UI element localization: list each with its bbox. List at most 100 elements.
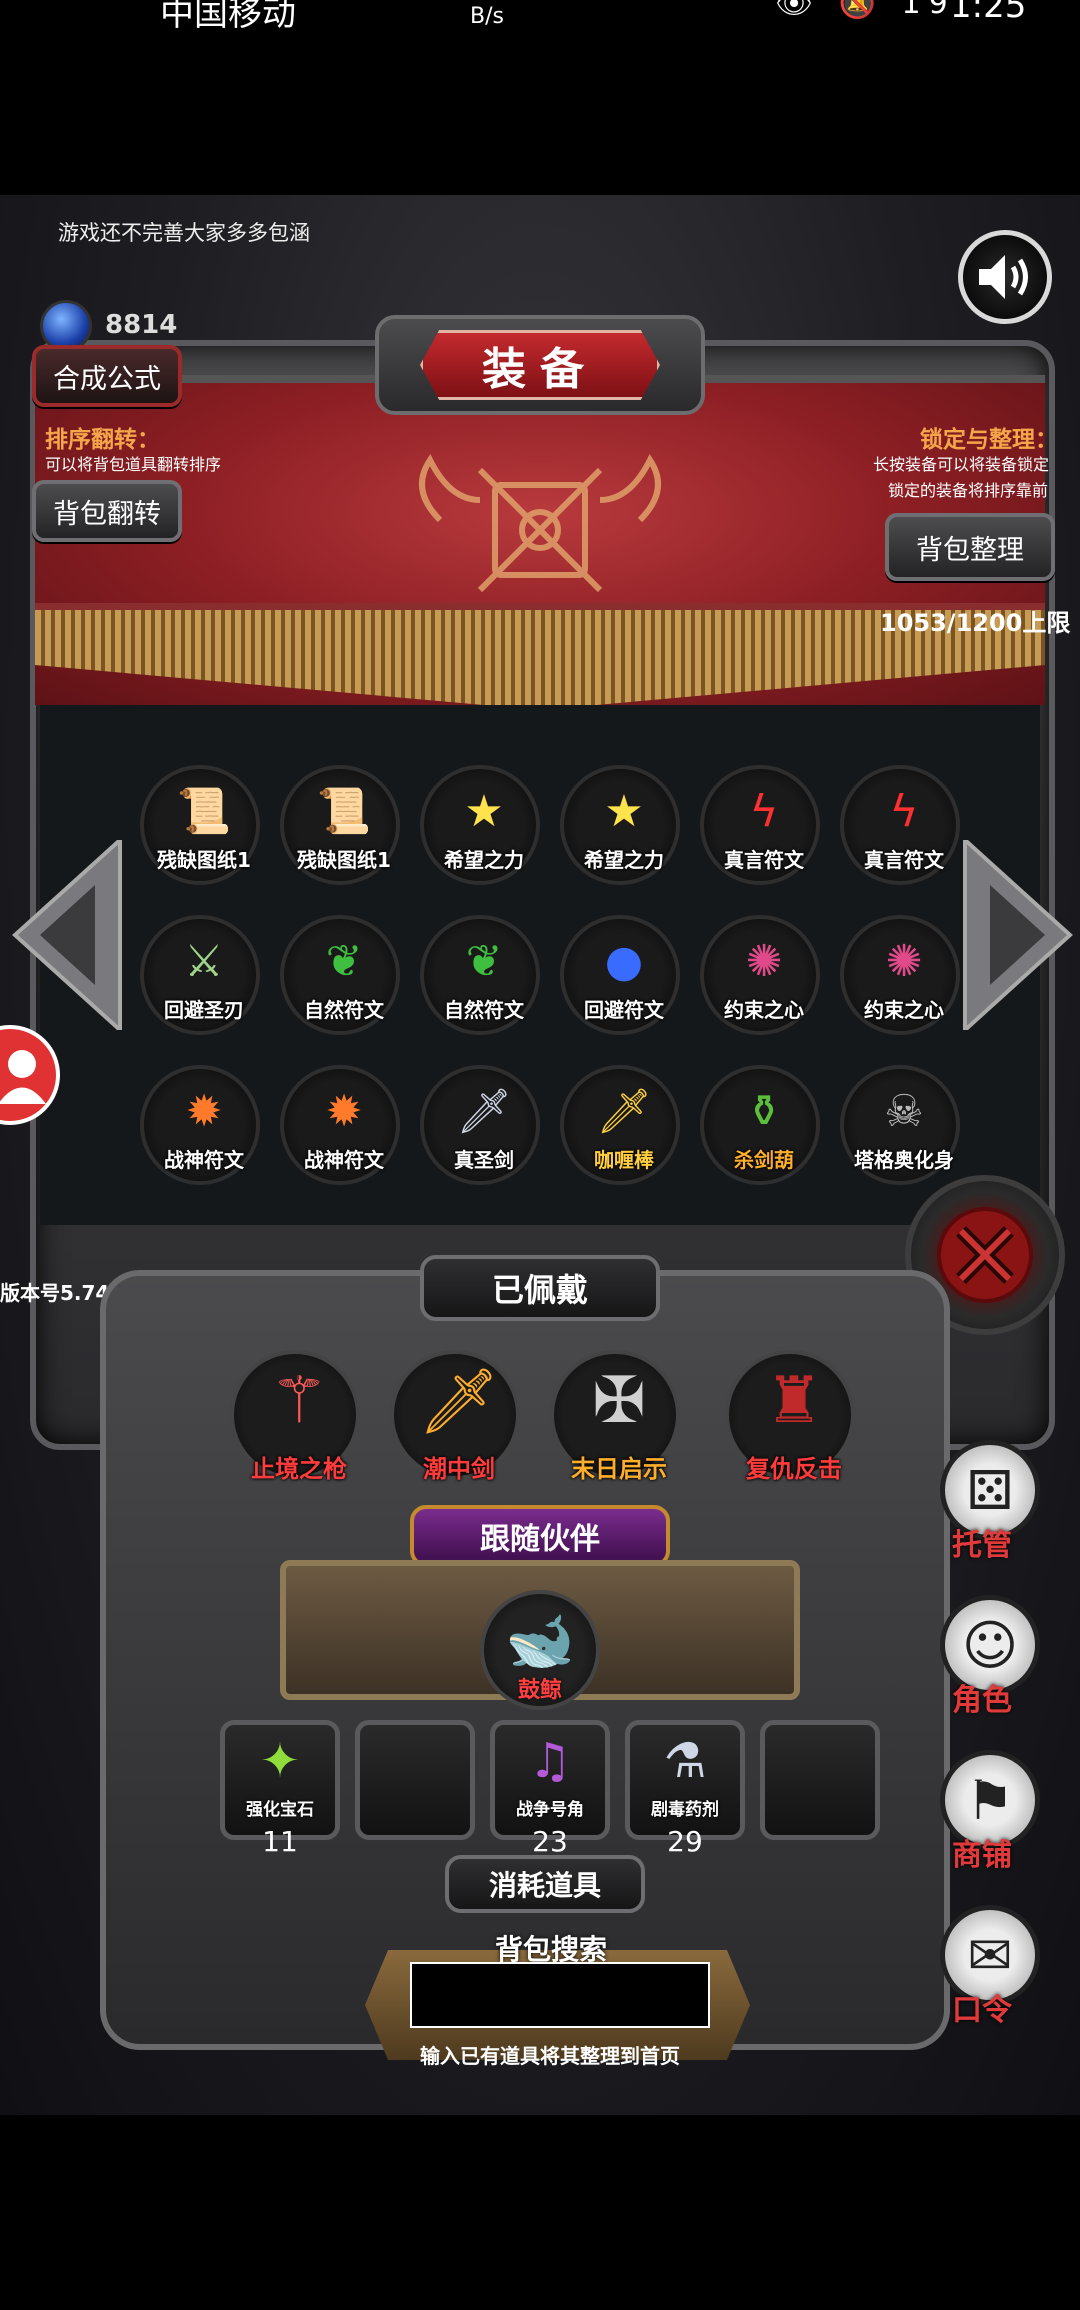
great-sword-icon: 🗡: [418, 1365, 500, 1439]
scroll-icon: 📜: [316, 786, 372, 837]
inventory-item-name: 希望之力: [444, 848, 524, 872]
star-icon: ★: [464, 786, 504, 837]
equipped-item-name: 潮中剑: [423, 1455, 495, 1483]
gourd-icon: ⚱: [745, 1086, 783, 1137]
inventory-slot[interactable]: ❦ 自然符文: [280, 915, 400, 1035]
rune-icon: ϟ: [889, 786, 919, 837]
consumable-count: 11: [262, 1825, 298, 1858]
consumable-name: 剧毒药剂: [651, 1800, 719, 1820]
inventory-slot[interactable]: ⚱ 杀剑葫: [700, 1065, 820, 1185]
blade-icon: ⚔: [184, 936, 224, 987]
companion-title: 跟随伙伴: [410, 1505, 670, 1567]
speaker-icon: [979, 255, 1028, 299]
user-avatar-button[interactable]: [0, 1025, 60, 1125]
equipped-slot[interactable]: ✠ 末日启示: [550, 1350, 680, 1483]
inventory-item-name: 战神符文: [164, 1148, 244, 1172]
bag-sort-button[interactable]: 背包整理: [885, 513, 1055, 581]
inventory-item-name: 真言符文: [864, 848, 944, 872]
sound-toggle-button[interactable]: [958, 230, 1052, 324]
net-speed: B/s: [470, 4, 504, 29]
side-button-label: 口令: [952, 1993, 1012, 2028]
consumables-title: 消耗道具: [445, 1855, 645, 1913]
empty-consumable-slot[interactable]: [760, 1720, 880, 1840]
clock: 1:25: [950, 0, 1027, 26]
consumable-slot[interactable]: ♫ 战争号角 23: [490, 1720, 610, 1858]
bag-flip-button[interactable]: 背包翻转: [32, 480, 182, 542]
gem-icon: ✦: [259, 1733, 301, 1789]
monster-icon: ☠: [884, 1086, 924, 1137]
consumable-count: 29: [667, 1825, 703, 1858]
consumable-slot[interactable]: ✦ 强化宝石 11: [220, 1720, 340, 1858]
side-button-label: 角色: [952, 1683, 1012, 1718]
equipped-title: 已佩戴: [420, 1255, 660, 1321]
inventory-item-name: 杀剑葫: [734, 1148, 794, 1172]
orb-icon: ●: [604, 936, 644, 987]
rune-icon: ϟ: [749, 786, 779, 837]
cross-icon: ✠: [592, 1364, 646, 1438]
notice-text: 游戏还不完善大家多多包涵: [58, 221, 310, 245]
capacity-counter: 1053/1200上限: [880, 609, 1071, 637]
inventory-slot[interactable]: ★ 希望之力: [560, 765, 680, 885]
search-hint: 输入已有道具将其整理到首页: [420, 2044, 680, 2068]
companion-slot[interactable]: 🐋 鼓鲸: [480, 1590, 600, 1710]
consumable-count: 23: [532, 1825, 568, 1858]
potion-icon: ⚗: [663, 1733, 707, 1789]
inventory-slot[interactable]: ϟ 真言符文: [700, 765, 820, 885]
inventory-slot[interactable]: 📜 残缺图纸1: [280, 765, 400, 885]
gem-count: 8814: [105, 310, 178, 340]
inventory-slot[interactable]: ✺ 约束之心: [700, 915, 820, 1035]
lock-sort-desc-1: 长按装备可以将装备锁定: [873, 455, 1050, 474]
inventory-slot[interactable]: 🗡 真圣剑: [420, 1065, 540, 1185]
status-icons: 👁 🔕 19: [775, 0, 956, 21]
version-label: 版本号5.74: [0, 1281, 110, 1305]
sort-flip-desc: 可以将背包道具翻转排序: [45, 455, 222, 474]
leaf-icon: ❦: [465, 936, 503, 987]
inventory-slot[interactable]: ✹ 战神符文: [280, 1065, 400, 1185]
equipped-item-name: 末日启示: [571, 1455, 667, 1483]
sort-flip-label: 排序翻转：: [45, 427, 160, 453]
companion-name: 鼓鲸: [517, 1678, 562, 1703]
bag-search-input[interactable]: [410, 1962, 710, 2028]
inventory-slot[interactable]: ⚔ 回避圣刃: [140, 915, 260, 1035]
armor-icon: ♜: [765, 1364, 823, 1438]
inventory-item-name: 自然符文: [444, 998, 524, 1022]
scroll-icon: 📜: [176, 786, 232, 837]
character-icon: ☺: [961, 1614, 1019, 1677]
crossed-swords-crest-icon: [419, 454, 661, 593]
inventory-slot[interactable]: ϟ 真言符文: [840, 765, 960, 885]
whale-icon: 🐋: [505, 1609, 575, 1674]
empty-consumable-slot[interactable]: [355, 1720, 475, 1840]
side-button-label: 托管: [952, 1528, 1012, 1563]
inventory-slot[interactable]: ✺ 约束之心: [840, 915, 960, 1035]
equipped-slot[interactable]: ♜ 复仇反击: [725, 1350, 855, 1483]
inventory-slot[interactable]: ✹ 战神符文: [140, 1065, 260, 1185]
gold-sword-icon: 🗡: [596, 1086, 652, 1137]
equipped-slot[interactable]: ⚚ 止境之枪: [230, 1350, 360, 1483]
fire-rune-icon: ✹: [185, 1086, 223, 1137]
shop-icon: ⚑: [965, 1769, 1015, 1832]
inventory-item-name: 自然符文: [304, 998, 384, 1022]
inventory-slot[interactable]: ● 回避符文: [560, 915, 680, 1035]
inventory-slot[interactable]: 🗡 咖喱棒: [560, 1065, 680, 1185]
equipped-slot[interactable]: 🗡 潮中剑: [390, 1350, 520, 1483]
consumable-slot[interactable]: ⚗ 剧毒药剂 29: [625, 1720, 745, 1858]
inventory-item-name: 真言符文: [724, 848, 804, 872]
inventory-item-name: 约束之心: [724, 998, 804, 1022]
equipped-item-name: 止境之枪: [251, 1455, 347, 1483]
inventory-slot[interactable]: ★ 希望之力: [420, 765, 540, 885]
inventory-slot[interactable]: 📜 残缺图纸1: [140, 765, 260, 885]
prev-page-arrow-icon[interactable]: [10, 840, 130, 1030]
side-button-label: 商铺: [952, 1838, 1012, 1873]
inventory-item-name: 战神符文: [304, 1148, 384, 1172]
synthesis-button[interactable]: 合成公式: [32, 345, 182, 407]
inventory-item-name: 回避符文: [584, 998, 664, 1022]
dice-icon: ⚄: [966, 1459, 1014, 1522]
inventory-slot[interactable]: ❦ 自然符文: [420, 915, 540, 1035]
inventory-slot[interactable]: ☠ 塔格奥化身: [840, 1065, 960, 1185]
lock-sort-label: 锁定与整理：: [920, 427, 1058, 453]
equipped-item-name: 复仇反击: [746, 1455, 842, 1483]
battery-level: 19: [901, 0, 956, 21]
sword-icon: 🗡: [456, 1086, 512, 1137]
inventory-item-name: 塔格奥化身: [854, 1148, 954, 1172]
game-screen: 游戏还不完善大家多多包涵 8814 装备 合成公式 排序翻转： 可以将背包道具翻…: [0, 195, 1080, 2115]
